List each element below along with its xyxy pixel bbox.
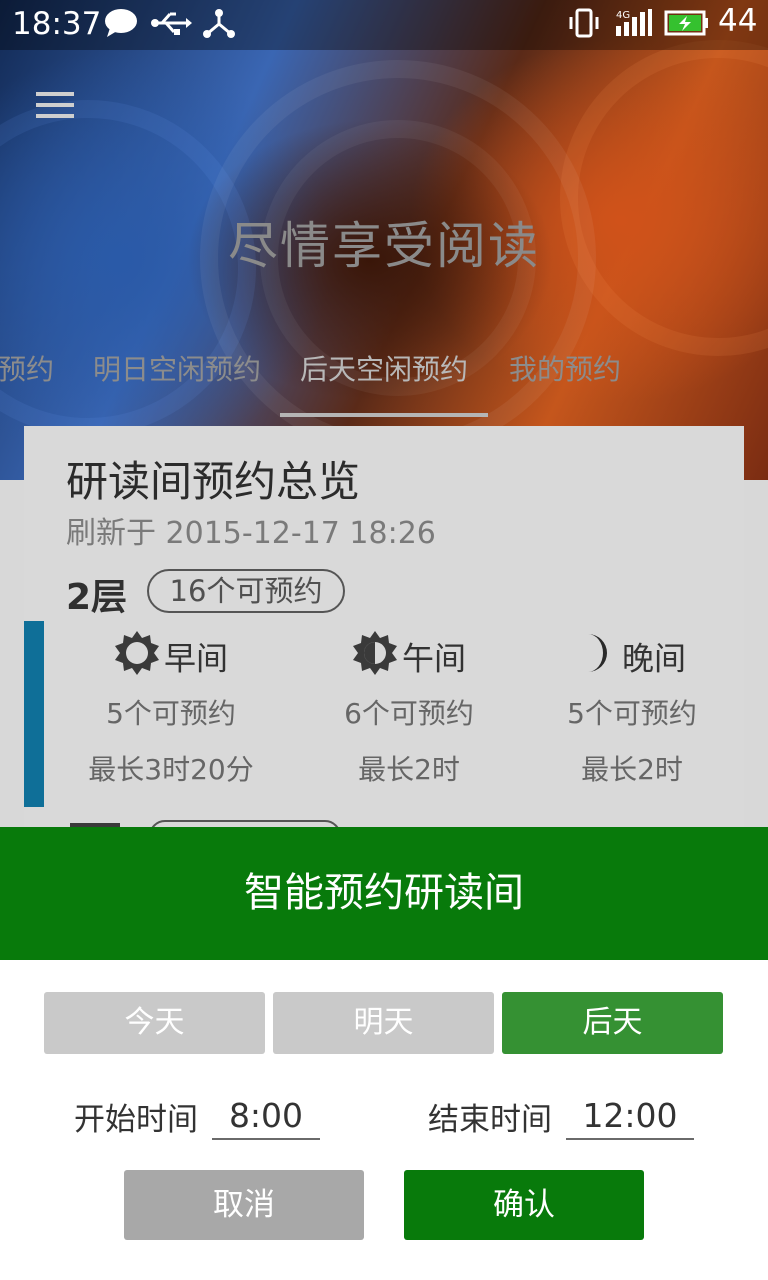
floor-available-badge: 16个可预约 (147, 569, 345, 613)
slot-evening[interactable]: 晚间 5个可预约 最长2时 (517, 630, 747, 788)
day-today-button[interactable]: 今天 (44, 992, 265, 1054)
confirm-button[interactable]: 确认 (404, 1170, 644, 1240)
moon-icon (578, 630, 618, 691)
tab-today[interactable]: 预约 (0, 348, 54, 388)
cancel-button[interactable]: 取消 (124, 1170, 364, 1240)
status-bar: 18:37 4G 44 (0, 0, 768, 50)
hamburger-menu-icon[interactable] (36, 90, 76, 122)
day-after-tomorrow-button[interactable]: 后天 (502, 992, 723, 1054)
slot-max: 最长2时 (581, 753, 683, 786)
signal-icon: 4G (614, 8, 654, 44)
tab-indicator (280, 413, 488, 417)
slot-noon[interactable]: 午间 6个可预约 最长2时 (294, 630, 524, 788)
tab-tomorrow[interactable]: 明日空闲预约 (93, 348, 261, 388)
slot-name: 晚间 (621, 639, 686, 678)
floor-label: 2层 (66, 577, 128, 618)
vibrate-icon (566, 8, 602, 44)
sun-icon (114, 630, 160, 691)
slot-max: 最长3时20分 (88, 753, 254, 786)
half-sun-icon (352, 630, 398, 691)
card-title: 研读间预约总览 (66, 457, 361, 506)
start-time-label: 开始时间 (74, 1102, 198, 1138)
end-time-field[interactable]: 12:00 (566, 1094, 694, 1140)
end-time-label: 结束时间 (428, 1102, 552, 1138)
tab-day-after-tomorrow[interactable]: 后天空闲预约 (300, 348, 468, 388)
battery-charging-icon (664, 8, 710, 44)
slot-name: 午间 (401, 639, 466, 678)
day-tomorrow-button[interactable]: 明天 (273, 992, 494, 1054)
slot-name: 早间 (163, 639, 228, 678)
slot-count: 5个可预约 (567, 697, 697, 730)
svg-text:4G: 4G (616, 10, 630, 21)
chat-bubble-icon (104, 8, 138, 44)
slot-max: 最长2时 (358, 753, 460, 786)
hero-slogan: 尽情享受阅读 (228, 217, 540, 275)
refresh-timestamp: 刷新于 2015-12-17 18:26 (66, 516, 436, 551)
floor-accent-bar (24, 621, 44, 807)
slot-count: 6个可预约 (344, 697, 474, 730)
dialog-title: 智能预约研读间 (0, 827, 768, 960)
start-time-field[interactable]: 8:00 (212, 1094, 320, 1140)
share-icon (202, 8, 236, 44)
usb-icon (150, 8, 192, 44)
slot-morning[interactable]: 早间 5个可预约 最长3时20分 (56, 630, 286, 788)
slot-count: 5个可预约 (106, 697, 236, 730)
status-time: 18:37 (12, 6, 102, 42)
tab-my-reservations[interactable]: 我的预约 (509, 348, 621, 388)
battery-level: 44 (718, 3, 758, 39)
